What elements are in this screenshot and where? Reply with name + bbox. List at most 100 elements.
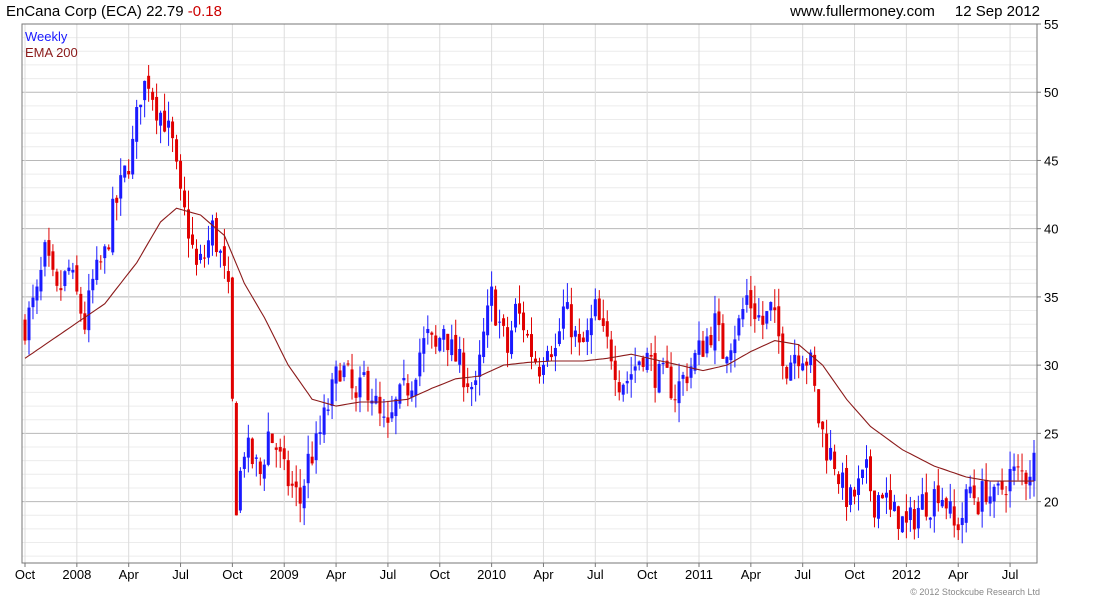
x-tick-label: 2011 bbox=[685, 567, 713, 582]
candle-body bbox=[980, 481, 984, 512]
candle-body bbox=[123, 165, 127, 178]
candle-body bbox=[749, 290, 753, 309]
price-chart: 20 25 30 35 40 45 50 55 Oct 2008 Apr Jul Oct 2009 Apr… bbox=[15, 17, 1059, 597]
y-axis: 20 25 30 35 40 45 50 55 bbox=[1037, 17, 1058, 510]
candle-body bbox=[605, 321, 609, 337]
candle-body bbox=[338, 370, 342, 382]
candle-body bbox=[127, 170, 131, 175]
candle-body bbox=[51, 251, 55, 270]
candle-body bbox=[258, 461, 262, 475]
candle-body bbox=[872, 490, 876, 518]
candle-body bbox=[135, 107, 139, 142]
candle-body bbox=[334, 366, 338, 384]
candle-body bbox=[270, 433, 274, 444]
candle-body bbox=[234, 403, 238, 516]
x-tick-label: Apr bbox=[533, 567, 554, 582]
candle-body bbox=[761, 315, 765, 325]
candle-body bbox=[159, 112, 163, 126]
candle-body bbox=[298, 487, 302, 504]
candle-body bbox=[988, 496, 992, 504]
copyright-notice: © 2012 Stockcube Research Ltd bbox=[910, 587, 1040, 597]
candle-body bbox=[342, 365, 346, 378]
candle-body bbox=[107, 247, 111, 250]
candle-body bbox=[390, 412, 394, 419]
candle-body bbox=[952, 506, 956, 526]
candle-body bbox=[446, 333, 450, 351]
candle-body bbox=[916, 507, 920, 529]
candle-body bbox=[87, 290, 91, 331]
candle-body bbox=[83, 313, 87, 330]
x-tick-label: Apr bbox=[119, 567, 140, 582]
candle-body bbox=[115, 197, 119, 203]
candle-body bbox=[250, 438, 254, 465]
candle-body bbox=[139, 104, 143, 108]
candle-body bbox=[681, 374, 685, 379]
candle-body bbox=[430, 332, 434, 335]
candle-body bbox=[701, 340, 705, 357]
candle-body bbox=[868, 456, 872, 492]
candle-body bbox=[79, 293, 83, 314]
candle-body bbox=[266, 431, 270, 465]
candle-body bbox=[478, 354, 482, 377]
candle-body bbox=[103, 246, 107, 259]
candle-body bbox=[745, 295, 749, 305]
ema-200-line bbox=[24, 207, 1034, 482]
candle-body bbox=[346, 363, 350, 365]
candle-body bbox=[262, 464, 266, 479]
candle-body bbox=[976, 501, 980, 515]
candle-body bbox=[805, 361, 809, 366]
legend-weekly: Weekly bbox=[25, 29, 68, 44]
candle-body bbox=[202, 257, 206, 259]
grid-layer bbox=[22, 23, 1037, 563]
candle-body bbox=[175, 139, 179, 162]
candle-body bbox=[721, 323, 725, 359]
candle-body bbox=[553, 347, 557, 357]
plot-frame bbox=[21, 23, 1038, 564]
candle-body bbox=[119, 175, 123, 199]
candle-body bbox=[713, 313, 717, 351]
candle-body bbox=[904, 511, 908, 523]
candle-body bbox=[302, 485, 306, 509]
candle-body bbox=[529, 334, 533, 357]
candle-body bbox=[163, 110, 167, 132]
candle-body bbox=[621, 384, 625, 395]
candle-body bbox=[884, 492, 888, 498]
candle-body bbox=[422, 338, 426, 354]
candle-body bbox=[194, 248, 198, 265]
candle-body bbox=[673, 399, 677, 401]
candle-body bbox=[1024, 472, 1028, 484]
candle-body bbox=[75, 265, 79, 292]
candle-body bbox=[924, 492, 928, 517]
candle-body bbox=[394, 398, 398, 417]
candle-body bbox=[697, 340, 701, 355]
candle-body bbox=[797, 355, 801, 367]
y-tick-label: 40 bbox=[1044, 222, 1058, 237]
x-tick-label: Oct bbox=[430, 567, 451, 582]
x-tick-label: 2012 bbox=[892, 567, 921, 582]
x-tick-label: Apr bbox=[326, 567, 347, 582]
candle-body bbox=[23, 319, 27, 341]
candle-body bbox=[561, 306, 565, 329]
candle-body bbox=[494, 289, 498, 326]
candle-body bbox=[242, 456, 246, 469]
candle-body bbox=[793, 354, 797, 364]
candle-body bbox=[167, 120, 171, 128]
y-tick-label: 25 bbox=[1044, 426, 1058, 441]
candle-body bbox=[577, 333, 581, 343]
candle-body bbox=[781, 333, 785, 367]
candle-body bbox=[326, 409, 330, 411]
candle-body bbox=[833, 451, 837, 470]
candle-body bbox=[206, 240, 210, 258]
candle-body bbox=[91, 278, 95, 291]
candle-body bbox=[378, 396, 382, 414]
candle-body bbox=[191, 234, 195, 245]
candle-body bbox=[226, 271, 230, 282]
candle-body bbox=[581, 337, 585, 342]
candle-body bbox=[773, 307, 777, 311]
candle-body bbox=[932, 489, 936, 517]
candle-body bbox=[777, 306, 781, 337]
candle-body bbox=[753, 303, 757, 320]
candle-body bbox=[837, 474, 841, 485]
candle-body bbox=[482, 331, 486, 358]
candle-body bbox=[426, 328, 430, 334]
